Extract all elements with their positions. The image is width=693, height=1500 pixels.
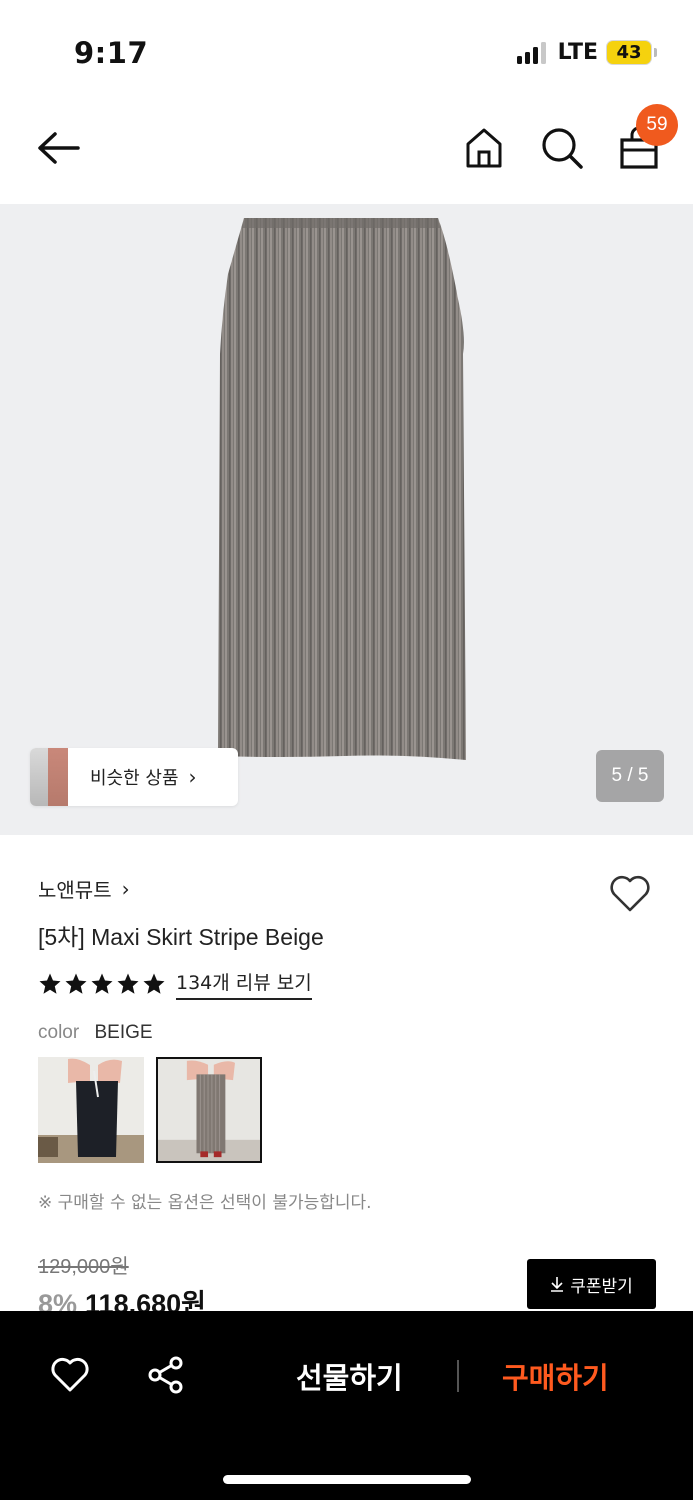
top-nav <box>0 100 693 204</box>
gift-button[interactable]: 선물하기 <box>296 1355 403 1397</box>
download-icon <box>551 1277 564 1292</box>
status-bar: 9:17 LTE 43 <box>0 0 693 100</box>
similar-products-thumbnail <box>30 748 68 806</box>
color-option-row: color BEIGE <box>38 1022 153 1044</box>
brand-name: 노앤뮤트 <box>38 878 112 902</box>
product-image <box>218 218 466 760</box>
star-rating <box>38 972 166 996</box>
home-indicator <box>223 1475 471 1484</box>
color-swatch-beige[interactable] <box>156 1057 262 1163</box>
bottom-action-bar: 선물하기 구매하기 <box>0 1311 693 1500</box>
star-icon <box>91 973 113 994</box>
back-arrow-icon[interactable] <box>36 128 82 168</box>
star-icon <box>65 973 87 994</box>
review-link[interactable]: 134개 리뷰 보기 <box>176 968 312 1000</box>
option-notice: ※ 구매할 수 없는 옵션은 선택이 불가능합니다. <box>38 1193 372 1213</box>
network-type: LTE <box>557 40 598 65</box>
rating-row: 134개 리뷰 보기 <box>38 968 312 1000</box>
cart-count-badge: 59 <box>636 104 678 146</box>
coupon-button[interactable]: 쿠폰받기 <box>527 1259 656 1309</box>
product-image-gallery[interactable]: 비슷한 상품 › 5 / 5 <box>0 204 693 835</box>
coupon-label: 쿠폰받기 <box>570 1276 633 1297</box>
image-page-indicator: 5 / 5 <box>596 750 664 802</box>
heart-icon[interactable] <box>608 872 652 916</box>
divider <box>457 1360 459 1392</box>
chevron-right-icon: › <box>188 765 197 789</box>
buy-button[interactable]: 구매하기 <box>502 1355 609 1397</box>
battery-level: 43 <box>616 42 642 63</box>
color-value: BEIGE <box>94 1022 153 1043</box>
product-title: [5차] Maxi Skirt Stripe Beige <box>38 924 324 950</box>
search-icon[interactable] <box>540 126 584 170</box>
color-label: color <box>38 1022 80 1043</box>
status-indicators: LTE 43 <box>516 40 657 65</box>
similar-products-label: 비슷한 상품 <box>90 768 179 789</box>
color-swatch-black[interactable] <box>38 1057 144 1163</box>
share-icon[interactable] <box>146 1355 186 1395</box>
status-time: 9:17 <box>74 36 149 70</box>
signal-icon <box>516 41 546 64</box>
heart-icon[interactable] <box>50 1355 90 1395</box>
original-price: 129,000원 <box>38 1256 129 1278</box>
battery-icon: 43 <box>606 40 657 65</box>
star-icon <box>117 973 139 994</box>
brand-link[interactable]: 노앤뮤트 › <box>38 874 130 903</box>
star-icon <box>143 973 165 994</box>
star-icon <box>39 973 61 994</box>
chevron-right-icon: › <box>121 876 130 901</box>
similar-products-button[interactable]: 비슷한 상품 › <box>30 748 238 806</box>
home-icon[interactable] <box>464 126 504 170</box>
